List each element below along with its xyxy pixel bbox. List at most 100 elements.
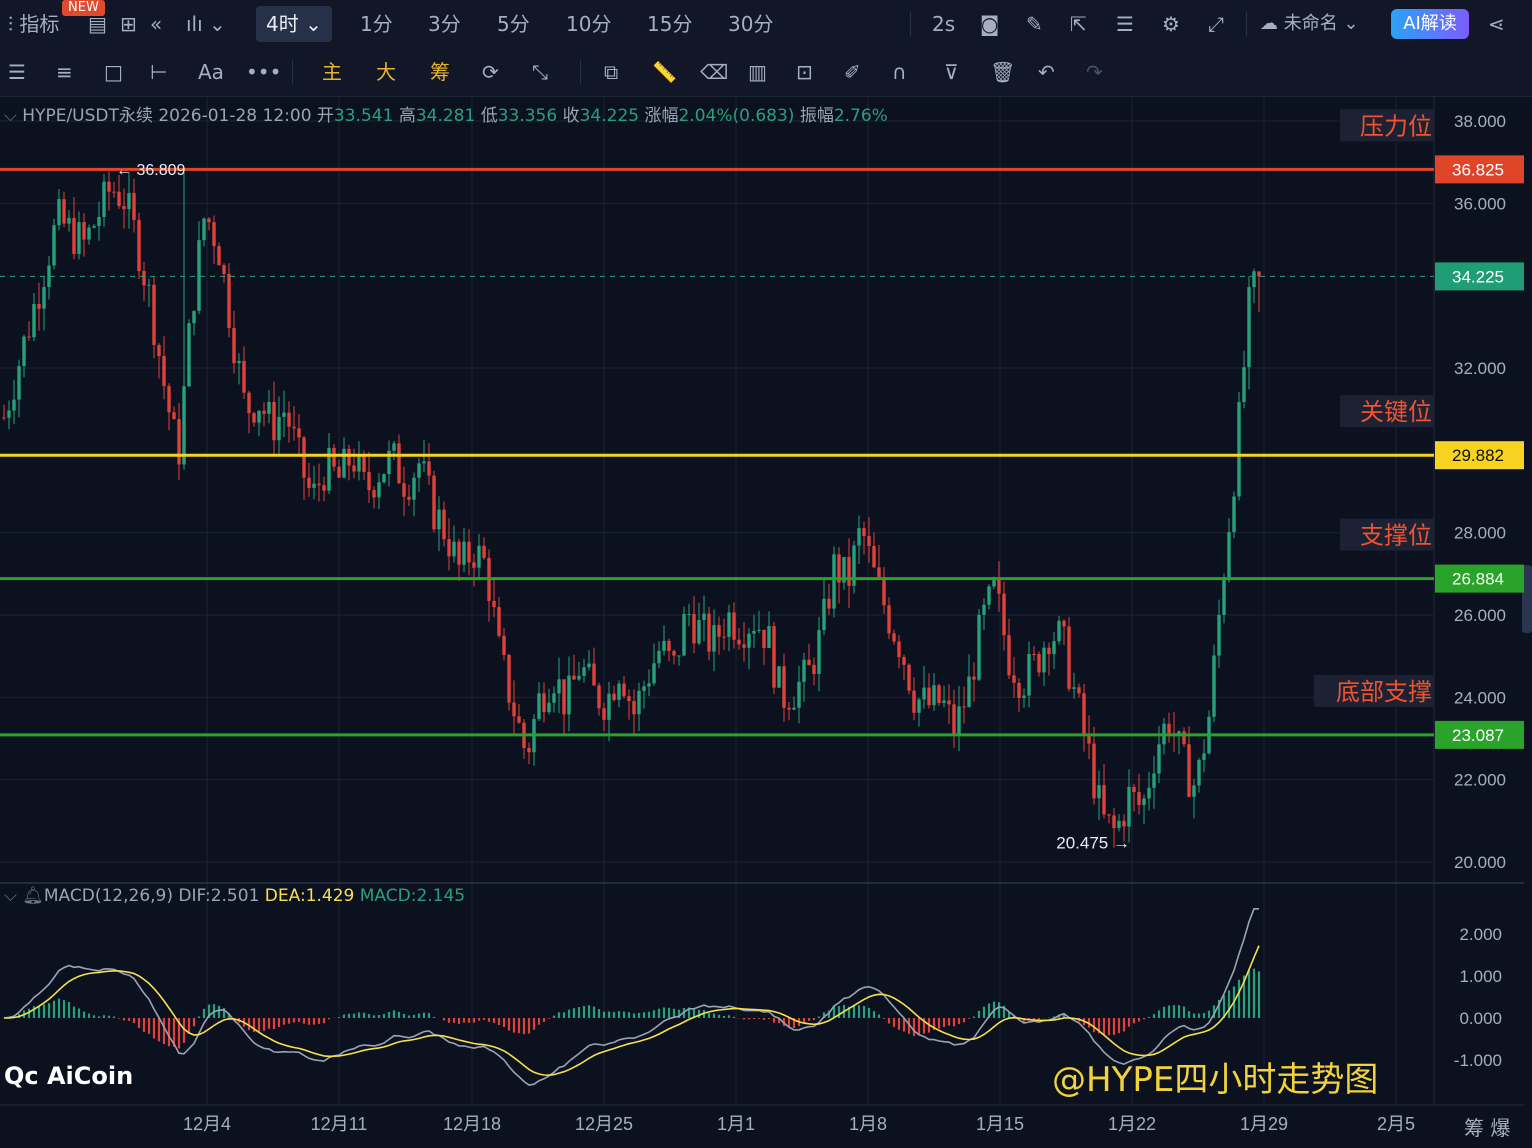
main-indicator-tool[interactable]: 主 <box>322 48 342 96</box>
candle-body <box>377 482 381 498</box>
timeframe-3m[interactable]: 3分 <box>428 0 461 48</box>
rewind-icon[interactable]: « <box>150 0 162 48</box>
grid-icon[interactable]: ⊞ <box>120 0 137 48</box>
candle-body <box>57 199 61 226</box>
candle-body <box>687 613 691 615</box>
candle-icon[interactable]: ▥ <box>748 48 767 96</box>
candle-body <box>372 490 376 498</box>
change-value: 2.04%(0.683) <box>678 106 795 126</box>
layout-name-dropdown[interactable]: ☁ 未命名 ⌄ <box>1260 0 1359 48</box>
candle-body <box>547 702 551 713</box>
candle-body <box>192 310 196 324</box>
candle-body <box>472 562 476 568</box>
candle-body <box>42 287 46 309</box>
candle-body <box>87 227 91 240</box>
redo-icon[interactable]: ↷ <box>1086 48 1103 96</box>
candle-body <box>337 466 341 478</box>
indicator-button[interactable]: ⫶ 指标 <box>8 0 59 48</box>
eraser-icon[interactable]: ⌫ <box>700 48 728 96</box>
candle-body <box>92 226 96 228</box>
candle-body <box>577 675 581 680</box>
candle-body <box>237 360 241 364</box>
level-label: 支撑位 <box>1360 523 1432 550</box>
refresh-interval[interactable]: 2s <box>932 0 955 48</box>
candle-body <box>177 419 181 465</box>
candle-body <box>1067 626 1071 689</box>
divider <box>580 60 581 84</box>
liquidation-button[interactable]: 爆 <box>1490 1116 1510 1140</box>
timeframe-1m[interactable]: 1分 <box>360 0 393 48</box>
candle-body <box>637 690 641 715</box>
candle-body <box>62 199 66 224</box>
chart-type-icon[interactable]: ılı ⌄ <box>186 0 226 48</box>
trash-icon[interactable]: 🗑 <box>990 48 1015 96</box>
ruler-icon[interactable]: 📏 <box>652 48 677 96</box>
fullscreen-icon[interactable]: ⤢ <box>1208 0 1224 48</box>
layout-icon[interactable]: ▤ <box>88 0 107 48</box>
candle-body <box>787 707 791 710</box>
macd-axis-tick-label: 1.000 <box>1459 967 1502 986</box>
candle-body <box>712 625 716 652</box>
macd-axis-tick-label: -1.000 <box>1454 1051 1502 1070</box>
horizontal-line-icon[interactable]: ⊢ <box>150 48 167 96</box>
timeframe-5m[interactable]: 5分 <box>497 0 530 48</box>
copy-icon[interactable]: ⧉ <box>604 48 618 96</box>
magnet-icon[interactable]: ∩ <box>892 48 907 96</box>
ai-analysis-button[interactable]: AI解读 <box>1391 9 1469 39</box>
bell-icon[interactable]: 🔔︎ <box>22 886 44 906</box>
candle-body <box>1142 798 1146 806</box>
candle-body <box>1202 753 1206 760</box>
undo-icon[interactable]: ↶ <box>1038 48 1055 96</box>
y-axis-tick-label: 38.000 <box>1454 112 1506 131</box>
divider <box>292 60 293 84</box>
candle-body <box>747 633 751 648</box>
filter-icon[interactable]: ⊽ <box>944 48 959 96</box>
camera-icon[interactable]: ◙ <box>980 0 999 48</box>
more-icon[interactable]: ••• <box>246 48 281 96</box>
price-chart[interactable]: 38.000 36.000 32.000 28.000 26.000 24.000 22.0… <box>0 96 1532 1148</box>
candle-body <box>1182 731 1186 745</box>
candle-body <box>222 265 226 274</box>
export-icon[interactable]: ⇱ <box>1070 0 1087 48</box>
menu-icon[interactable]: ☰ <box>8 48 26 96</box>
candle-body <box>402 483 406 497</box>
rectangle-icon[interactable]: □ <box>104 48 123 96</box>
timeframe-10m[interactable]: 10分 <box>566 0 611 48</box>
timeframe-active[interactable]: 4时 ⌄ <box>256 6 332 42</box>
timeframe-30m[interactable]: 30分 <box>728 0 773 48</box>
candle-body <box>112 191 116 193</box>
candle-body <box>902 657 906 665</box>
edit-icon[interactable]: ✐ <box>844 48 861 96</box>
candle-body <box>287 412 291 427</box>
candle-body <box>17 366 21 400</box>
candle-body <box>652 663 656 684</box>
lines-icon[interactable]: ≡ <box>56 48 73 96</box>
big-order-tool[interactable]: 大 <box>376 48 396 96</box>
candle-body <box>822 598 826 631</box>
chips-tool[interactable]: 筹 <box>430 48 450 96</box>
candle-body <box>122 206 126 210</box>
candle-body <box>22 336 26 367</box>
candle-body <box>987 586 991 605</box>
candle-body <box>927 687 931 706</box>
candle-body <box>232 327 236 364</box>
settings-icon[interactable]: ⚙ <box>1162 0 1180 48</box>
pencil-icon[interactable]: ✎ <box>1026 0 1043 48</box>
measure-icon[interactable]: ⤡ <box>532 48 548 96</box>
collapse-icon[interactable]: ⌵ <box>4 106 17 126</box>
candle-body <box>392 443 396 451</box>
high-label: 高 <box>398 106 416 126</box>
candle-body <box>657 650 661 664</box>
lock-icon[interactable]: ⊡ <box>796 48 813 96</box>
collapse-icon[interactable]: ⌵ <box>4 886 17 906</box>
sync-icon[interactable]: ⟳ <box>482 48 499 96</box>
candle-body <box>362 454 366 473</box>
open-label: 开 <box>316 106 334 126</box>
chips-button[interactable]: 筹 <box>1464 1116 1484 1140</box>
dif-value: DIF:2.501 <box>178 886 260 906</box>
list-icon[interactable]: ☰ <box>1116 0 1134 48</box>
amplitude-label: 振幅 <box>799 106 834 126</box>
timeframe-15m[interactable]: 15分 <box>647 0 692 48</box>
text-tool[interactable]: Aa <box>198 48 224 96</box>
share-icon[interactable]: ⋖ <box>1488 0 1505 48</box>
